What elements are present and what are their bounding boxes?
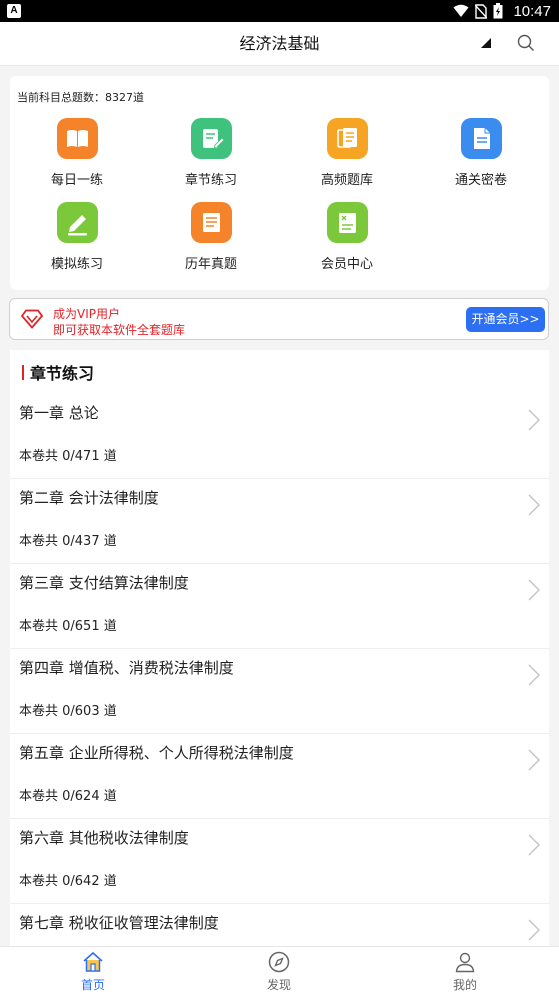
- vip-banner[interactable]: 成为VIP用户 即可获取本软件全套题库 开通会员>>: [9, 298, 549, 340]
- compass-icon: [268, 951, 290, 973]
- feature-label: 会员中心: [320, 257, 373, 272]
- chevron-right-icon: [528, 579, 540, 601]
- feature-high-frequency[interactable]: 高频题库: [297, 118, 397, 188]
- feature-card: 当前科目总题数：8327道 每日一练 章节练习 高频题库 通关密卷 模拟练习 历…: [10, 76, 549, 290]
- app-header: 经济法基础: [0, 22, 559, 66]
- search-icon[interactable]: [517, 34, 535, 52]
- member-card-icon: [326, 202, 368, 243]
- chevron-right-icon: [528, 749, 540, 771]
- chapter-count: 本卷共 0/642 道: [19, 874, 117, 889]
- nav-discover[interactable]: 发现: [239, 950, 319, 993]
- feature-mock-practice[interactable]: 模拟练习: [27, 202, 127, 272]
- feature-daily-practice[interactable]: 每日一练: [27, 118, 127, 188]
- nav-label: 我的: [452, 978, 477, 992]
- chapter-count: 本卷共 0/603 道: [19, 704, 117, 719]
- nav-home[interactable]: 首页: [53, 950, 133, 993]
- chapter-name: 第四章 增值税、消费税法律制度: [19, 659, 234, 677]
- clock: 10:47: [513, 2, 551, 20]
- nav-mine[interactable]: 我的: [425, 950, 505, 993]
- chevron-right-icon: [528, 919, 540, 941]
- open-membership-button[interactable]: 开通会员>>: [466, 307, 545, 332]
- feature-pass-exam[interactable]: 通关密卷: [431, 118, 531, 188]
- chapter-count: 本卷共 0/651 道: [19, 619, 117, 634]
- feature-label: 历年真题: [184, 257, 237, 272]
- chevron-right-icon: [528, 834, 540, 856]
- chapter-section: 章节练习 第一章 总论 本卷共 0/471 道 第二章 会计法律制度 本卷共 0…: [10, 350, 549, 950]
- chapter-name: 第二章 会计法律制度: [19, 489, 159, 507]
- nav-label: 发现: [266, 978, 291, 992]
- feature-label: 高频题库: [320, 173, 373, 188]
- vip-subtitle: 即可获取本软件全套题库: [53, 323, 186, 337]
- feature-member-center[interactable]: 会员中心: [297, 202, 397, 272]
- feature-label: 每日一练: [50, 173, 103, 188]
- section-accent-bar: [22, 364, 24, 380]
- battery-icon: [493, 3, 503, 19]
- feature-chapter-practice[interactable]: 章节练习: [161, 118, 261, 188]
- pencil-icon: [56, 202, 98, 243]
- feature-past-exams[interactable]: 历年真题: [161, 202, 261, 272]
- page-title[interactable]: 经济法基础: [0, 22, 559, 65]
- section-header: 章节练习: [22, 362, 95, 383]
- app-notification-icon: A: [7, 4, 21, 18]
- dropdown-triangle-icon[interactable]: [481, 38, 491, 48]
- chapter-item[interactable]: 第六章 其他税收法律制度 本卷共 0/642 道: [10, 818, 549, 904]
- chapter-name: 第一章 总论: [19, 404, 99, 422]
- bottom-navigation: 首页 发现 我的: [0, 946, 559, 996]
- documents-icon: [326, 118, 368, 159]
- chapter-count: 本卷共 0/437 道: [19, 534, 117, 549]
- nav-label: 首页: [80, 978, 105, 992]
- book-icon: [56, 118, 98, 159]
- chevron-right-icon: [528, 409, 540, 431]
- chapter-item[interactable]: 第五章 企业所得税、个人所得税法律制度 本卷共 0/624 道: [10, 733, 549, 819]
- feature-label: 通关密卷: [454, 173, 507, 188]
- feature-label: 章节练习: [184, 173, 237, 188]
- no-sim-icon: [475, 3, 488, 19]
- edit-note-icon: [190, 118, 232, 159]
- home-icon: [83, 951, 103, 972]
- chapter-item[interactable]: 第四章 增值税、消费税法律制度 本卷共 0/603 道: [10, 648, 549, 734]
- chapter-item[interactable]: 第七章 税收征收管理法律制度: [10, 903, 549, 950]
- chapter-name: 第三章 支付结算法律制度: [19, 574, 189, 592]
- exam-paper-icon: [190, 202, 232, 243]
- file-icon: [460, 118, 502, 159]
- chevron-right-icon: [528, 664, 540, 686]
- chapter-count: 本卷共 0/624 道: [19, 789, 117, 804]
- total-question-count: 当前科目总题数：8327道: [17, 91, 144, 104]
- chapter-name: 第五章 企业所得税、个人所得税法律制度: [19, 744, 294, 762]
- chapter-name: 第七章 税收征收管理法律制度: [19, 914, 219, 932]
- section-title: 章节练习: [30, 364, 95, 383]
- chapter-item[interactable]: 第三章 支付结算法律制度 本卷共 0/651 道: [10, 563, 549, 649]
- chapter-item[interactable]: 第一章 总论 本卷共 0/471 道: [10, 393, 549, 479]
- profile-icon: [455, 952, 475, 973]
- wifi-icon: [453, 4, 469, 17]
- chapter-name: 第六章 其他税收法律制度: [19, 829, 189, 847]
- chapter-count: 本卷共 0/471 道: [19, 449, 117, 464]
- status-bar: A 10:47: [0, 0, 559, 22]
- feature-label: 模拟练习: [50, 257, 103, 272]
- vip-title: 成为VIP用户: [53, 307, 120, 321]
- chapter-item[interactable]: 第二章 会计法律制度 本卷共 0/437 道: [10, 478, 549, 564]
- chevron-right-icon: [528, 494, 540, 516]
- diamond-icon: [20, 309, 44, 329]
